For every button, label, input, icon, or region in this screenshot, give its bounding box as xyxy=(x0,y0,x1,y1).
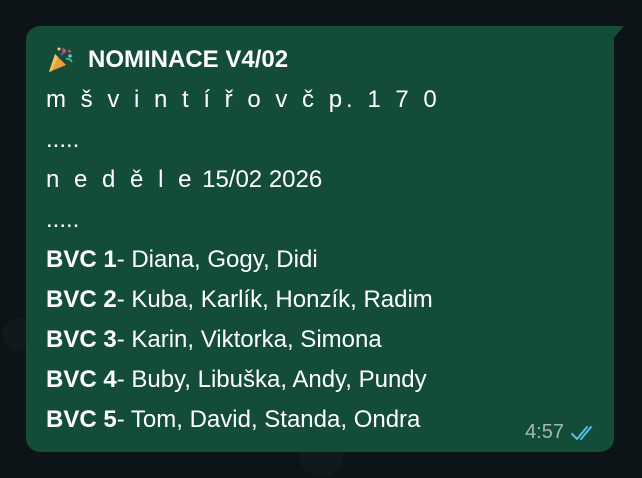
group-members: - Buby, Libuška, Andy, Pundy xyxy=(116,366,427,393)
date-line: n e d ě l e 15/02 2026 xyxy=(46,160,594,200)
separator-dots: ..... xyxy=(46,126,80,153)
message-time: 4:57 xyxy=(525,421,564,443)
group-line: BVC 5- Tom, David, Standa, Ondra xyxy=(46,400,594,440)
separator-dots: ..... xyxy=(46,206,80,233)
date-prefix: n e d ě l e xyxy=(46,166,196,193)
group-members: - Kuba, Karlík, Honzík, Radim xyxy=(116,286,433,313)
group-members: - Tom, David, Standa, Ondra xyxy=(116,406,421,433)
group-label: BVC 2 xyxy=(46,286,117,313)
double-check-read-icon xyxy=(570,423,598,443)
message-bubble[interactable]: NOMINACE V4/02 m š v i n t í ř o v č p. … xyxy=(26,26,624,452)
group-label: BVC 4 xyxy=(46,366,117,393)
message-meta: 4:57 xyxy=(525,421,598,444)
group-members: - Diana, Gogy, Didi xyxy=(116,246,318,273)
date-value: 15/02 2026 xyxy=(202,166,323,193)
party-popper-icon xyxy=(46,46,74,74)
message-title-row: NOMINACE V4/02 xyxy=(46,40,594,80)
group-members: - Karin, Viktorka, Simona xyxy=(116,326,382,353)
bubble-tail xyxy=(612,26,624,40)
group-label: BVC 1 xyxy=(46,246,117,273)
group-label: BVC 5 xyxy=(46,406,117,433)
group-label: BVC 3 xyxy=(46,326,117,353)
place-line: m š v i n t í ř o v č p. 1 7 0 xyxy=(46,86,441,113)
group-line: BVC 2- Kuba, Karlík, Honzík, Radim xyxy=(46,280,594,320)
message-title: NOMINACE V4/02 xyxy=(88,46,289,73)
group-line: BVC 4- Buby, Libuška, Andy, Pundy xyxy=(46,360,594,400)
group-line: BVC 3- Karin, Viktorka, Simona xyxy=(46,320,594,360)
group-line: BVC 1- Diana, Gogy, Didi xyxy=(46,240,594,280)
